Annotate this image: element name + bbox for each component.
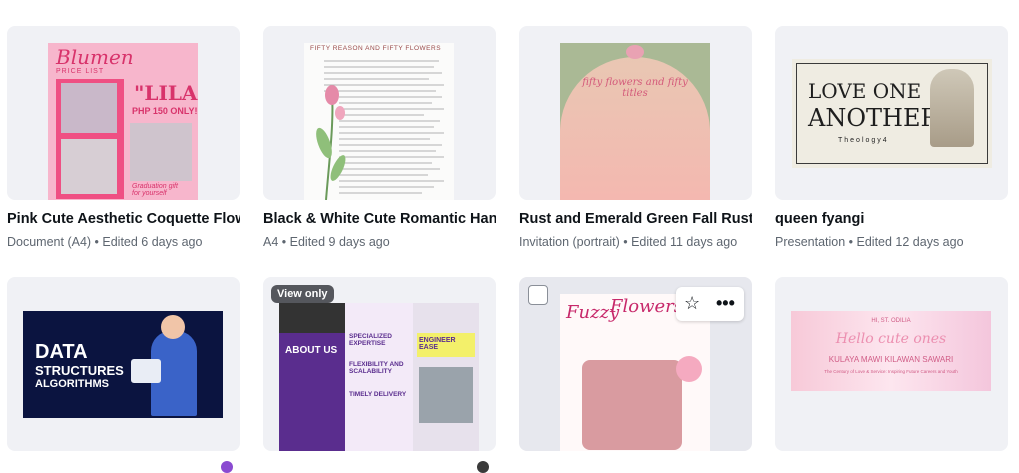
design-thumbnail[interactable]: Flowers Fuzzy ☆ ••• [519, 277, 752, 451]
brochure-heading: ABOUT US [285, 345, 338, 356]
star-icon[interactable]: ☆ [684, 293, 700, 314]
banner-top: HI, ST. ODILIA [871, 318, 911, 324]
bouquet-photo [130, 123, 192, 181]
brand-text: Blumen [56, 45, 134, 69]
design-thumbnail[interactable]: DATA STRUCTURES ALGORITHMS [7, 277, 240, 451]
brochure-point: SPECIALIZED EXPERTISE [349, 333, 392, 347]
chart-illustration [131, 359, 161, 383]
brochure-photo [419, 367, 473, 423]
slide-line1: LOVE ONE [808, 79, 922, 103]
product-name: "LILA" [134, 81, 198, 105]
flyer-subtitle: Fuzzy [566, 302, 620, 323]
design-thumbnail[interactable]: fifty flowers and fifty titles [519, 26, 752, 200]
avatar [477, 461, 489, 473]
design-title[interactable]: Black & White Cute Romantic Handwriting … [263, 211, 496, 227]
slide-line3: ALGORITHMS [35, 378, 109, 390]
card-actions: ☆ ••• [676, 287, 744, 321]
banner-small: The Century of Love & Service: Inspiring… [824, 369, 958, 374]
slide-line2: STRUCTURES [35, 363, 124, 378]
flower-icon [626, 45, 644, 59]
brochure-cta: ENGINEER EASE [419, 337, 456, 351]
flyer-title: Flowers [610, 296, 683, 317]
banner-line: KULAYA MAWI KILAWAN SAWARI [828, 355, 954, 364]
slide-ref: Theology4 [838, 137, 889, 144]
design-title[interactable]: queen fyangi [775, 211, 1008, 227]
design-thumbnail[interactable]: FIFTY REASON AND FIFTY FLOWERS [263, 26, 496, 200]
price-text: PHP 150 ONLY! [132, 106, 198, 116]
avatar [221, 461, 233, 473]
more-options-icon[interactable]: ••• [716, 293, 735, 314]
figure-illustration [930, 69, 974, 147]
letter-preview: FIFTY REASON AND FIFTY FLOWERS [304, 43, 454, 200]
design-title[interactable]: Pink Cute Aesthetic Coquette Flower Bouq… [7, 211, 240, 227]
design-title[interactable]: Rust and Emerald Green Fall Rustic Invit… [519, 211, 752, 227]
banner-script: Hello cute ones [835, 331, 947, 347]
pricelist-preview: Blumen PRICE LIST "LILA" PHP 150 ONLY! G… [48, 43, 198, 200]
rose-illustration [676, 356, 702, 382]
brand-sub: PRICE LIST [56, 68, 105, 75]
design-meta: Invitation (portrait) • Edited 11 days a… [519, 235, 738, 249]
design-meta: A4 • Edited 9 days ago [263, 235, 390, 249]
invitation-script: fifty flowers and fifty titles [582, 77, 688, 99]
slide-preview: DATA STRUCTURES ALGORITHMS [23, 311, 223, 418]
view-only-badge: View only [271, 285, 334, 303]
design-thumbnail[interactable]: HI, ST. ODILIA Hello cute ones KULAYA MA… [775, 277, 1008, 451]
banner-preview: HI, ST. ODILIA Hello cute ones KULAYA MA… [791, 311, 991, 391]
brochure-point: FLEXIBILITY AND SCALABILITY [349, 361, 404, 375]
letter-lines [316, 60, 444, 200]
note-text: Graduation gift for yourself [132, 183, 178, 197]
design-thumbnail[interactable]: ABOUT US SPECIALIZED EXPERTISE FLEXIBILI… [263, 277, 496, 451]
invitation-preview: fifty flowers and fifty titles [560, 43, 710, 200]
design-meta: Presentation • Edited 12 days ago [775, 235, 964, 249]
flower-photo [582, 360, 682, 450]
design-thumbnail[interactable]: LOVE ONE ANOTHER Theology4 [775, 26, 1008, 200]
bouquet-photo [61, 83, 117, 133]
brochure-preview: ABOUT US SPECIALIZED EXPERTISE FLEXIBILI… [279, 303, 479, 451]
brochure-point: TIMELY DELIVERY [349, 391, 407, 398]
design-thumbnail[interactable]: Blumen PRICE LIST "LILA" PHP 150 ONLY! G… [7, 26, 240, 200]
bouquet-photo [61, 139, 117, 194]
presentation-preview: LOVE ONE ANOTHER Theology4 [792, 59, 992, 168]
slide-line2: ANOTHER [808, 104, 939, 132]
slide-line1: DATA [35, 341, 88, 363]
select-checkbox[interactable] [528, 285, 548, 305]
design-meta: Document (A4) • Edited 6 days ago [7, 235, 203, 249]
